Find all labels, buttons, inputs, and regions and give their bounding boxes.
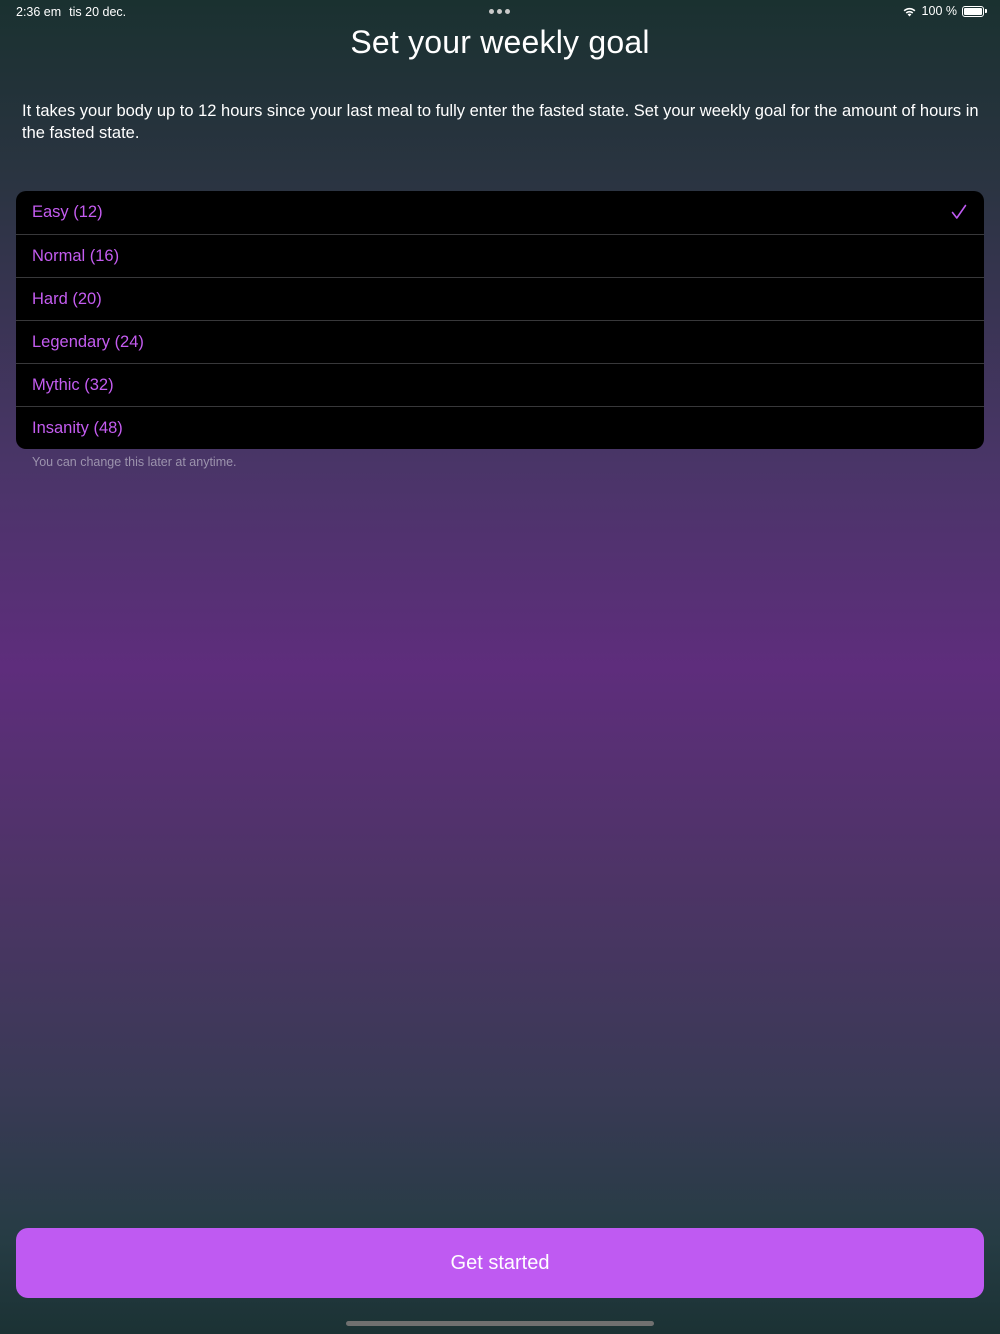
goal-option-label: Hard (20) bbox=[32, 289, 102, 308]
battery-percent: 100 % bbox=[921, 4, 957, 18]
goal-options-list: Easy (12) Normal (16) Hard (20) Legendary (… bbox=[16, 191, 984, 449]
goal-option-label: Easy (12) bbox=[32, 203, 103, 221]
goal-option[interactable]: Easy (12) bbox=[16, 191, 984, 234]
status-time: 2:36 em bbox=[16, 5, 62, 19]
page-title: Set your weekly goal bbox=[350, 24, 650, 60]
goal-option-label: Insanity (48) bbox=[32, 418, 123, 437]
status-indicators: 100 % bbox=[902, 4, 987, 18]
footnote: You can change this later at anytime. bbox=[32, 455, 237, 469]
battery-icon bbox=[962, 5, 987, 17]
home-indicator[interactable] bbox=[346, 1321, 654, 1326]
checkmark-icon bbox=[951, 204, 967, 219]
goal-option[interactable]: Hard (20) bbox=[16, 277, 984, 320]
goal-option[interactable]: Mythic (32) bbox=[16, 363, 984, 406]
multitasking-menu-icon[interactable] bbox=[489, 9, 510, 14]
goal-option[interactable]: Legendary (24) bbox=[16, 320, 984, 363]
status-time-date: 2:36 em tis 20 dec. bbox=[16, 5, 126, 19]
wifi-icon bbox=[903, 7, 915, 16]
goal-option-label: Mythic (32) bbox=[32, 375, 114, 394]
status-bar: 2:36 em tis 20 dec. 100 % bbox=[0, 0, 1000, 24]
status-date: tis 20 dec. bbox=[69, 5, 127, 19]
get-started-button[interactable]: Get started bbox=[16, 1228, 984, 1298]
goal-option-label: Legendary (24) bbox=[32, 332, 144, 351]
intro-text: It takes your body up to 12 hours since … bbox=[22, 102, 979, 142]
goal-option-label: Normal (16) bbox=[32, 246, 120, 265]
goal-option[interactable]: Insanity (48) bbox=[16, 406, 984, 449]
goal-option[interactable]: Normal (16) bbox=[16, 234, 984, 277]
